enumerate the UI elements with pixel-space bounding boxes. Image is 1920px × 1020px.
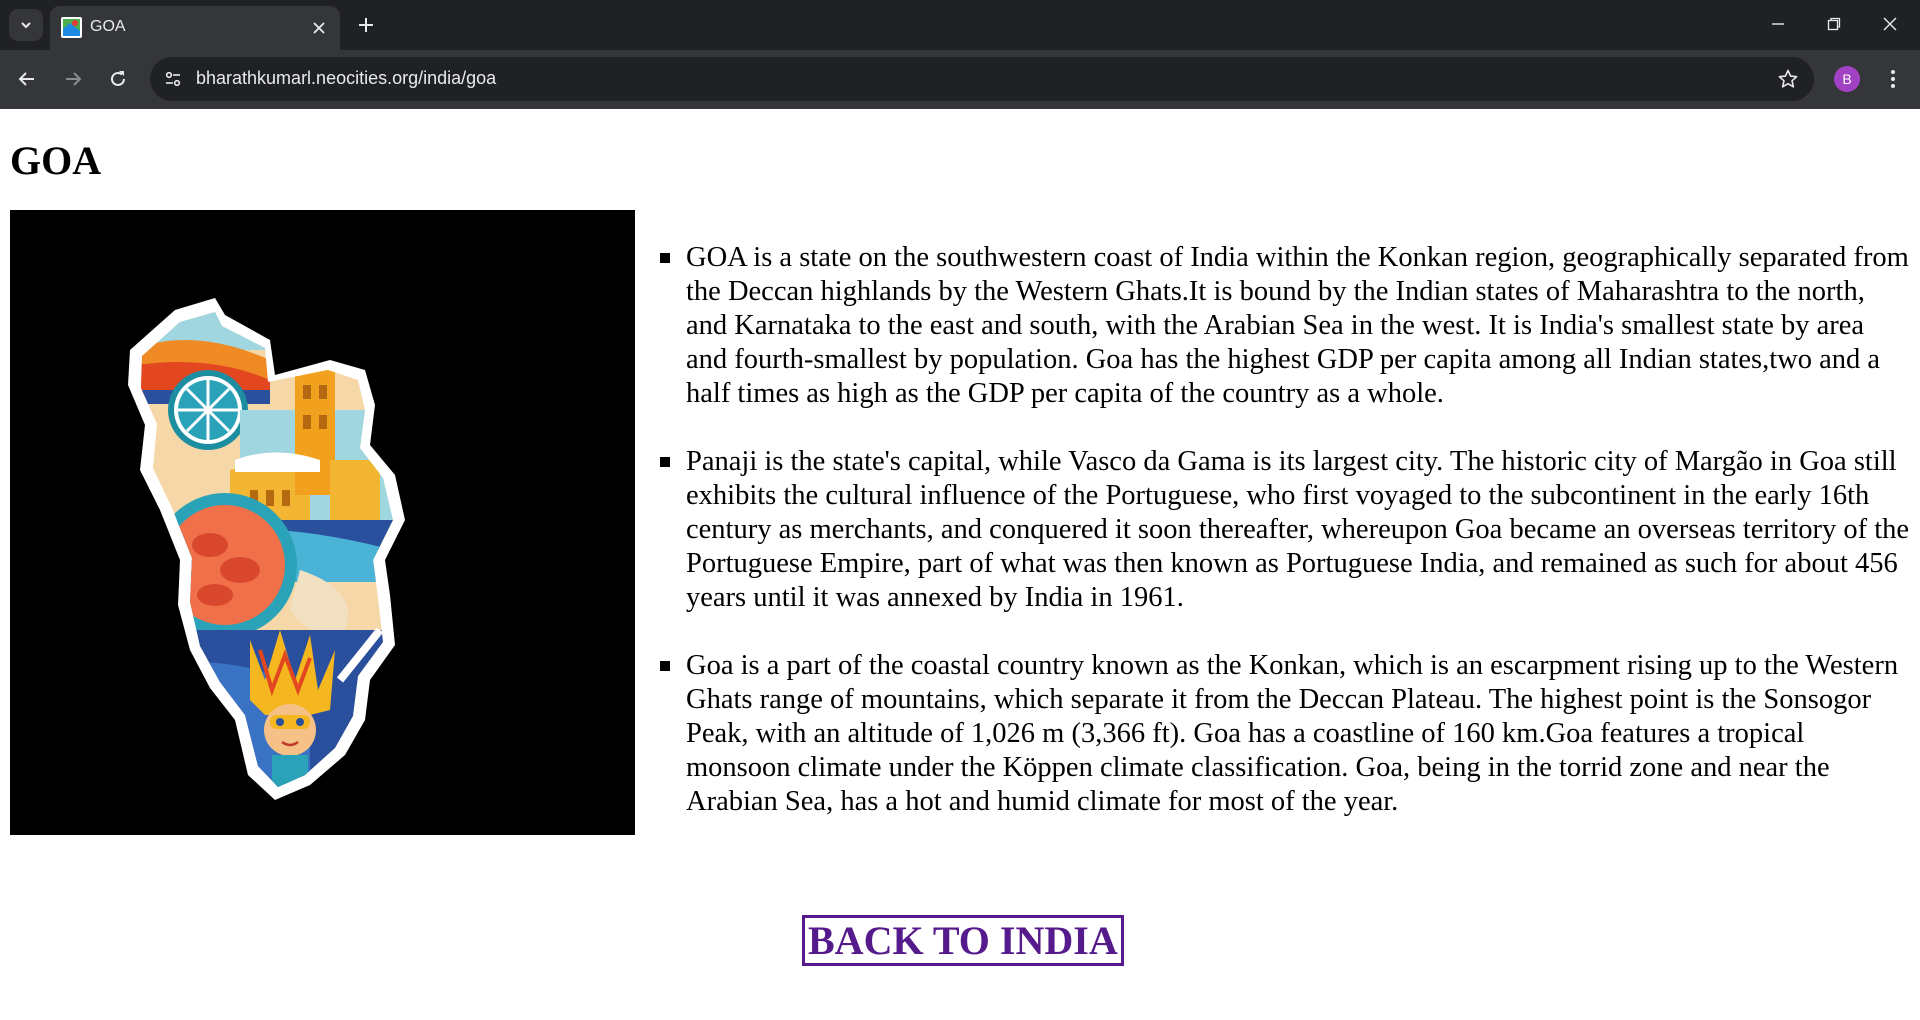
goa-map-illustration: [10, 210, 635, 835]
minimize-button[interactable]: [1758, 8, 1798, 40]
tab-search-button[interactable]: [9, 9, 43, 41]
tab-title: GOA: [90, 18, 126, 35]
arrow-right-icon: [66, 72, 82, 86]
profile-avatar[interactable]: B: [1834, 66, 1860, 92]
page-content: GOA GOA is a state on the southwestern c…: [0, 109, 1920, 1020]
map-favicon-icon: [61, 17, 82, 38]
chevron-down-icon: [21, 22, 31, 29]
restore-button[interactable]: [1814, 8, 1854, 40]
back-button[interactable]: [10, 62, 44, 96]
site-info-button[interactable]: [160, 66, 186, 92]
browser-menu-button[interactable]: [1880, 66, 1906, 92]
list-item: GOA is a state on the southwestern coast…: [660, 241, 1910, 411]
facts-list: GOA is a state on the southwestern coast…: [660, 241, 1910, 853]
close-icon: [1883, 17, 1897, 31]
url-text[interactable]: bharathkumarl.neocities.org/india/goa: [196, 68, 496, 89]
close-window-button[interactable]: [1870, 8, 1910, 40]
new-tab-button[interactable]: [352, 11, 380, 39]
plus-icon: [359, 18, 373, 32]
bookmark-button[interactable]: [1776, 67, 1800, 91]
browser-chrome: GOA bharathkumarl.neocities.org/india/go…: [0, 0, 1920, 109]
tab-close-button[interactable]: [308, 17, 330, 39]
list-item: Panaji is the state's capital, while Vas…: [660, 445, 1910, 615]
tune-icon: [165, 71, 181, 87]
star-icon: [1778, 69, 1798, 88]
page-title: GOA: [10, 138, 102, 183]
reload-button[interactable]: [101, 62, 135, 96]
close-icon: [313, 22, 325, 34]
list-item: Goa is a part of the coastal country kno…: [660, 649, 1910, 819]
arrow-left-icon: [18, 72, 34, 86]
browser-toolbar: bharathkumarl.neocities.org/india/goa B: [0, 50, 1920, 109]
restore-icon: [1827, 17, 1841, 31]
goa-map-icon: [10, 210, 635, 835]
address-bar[interactable]: bharathkumarl.neocities.org/india/goa: [150, 57, 1814, 101]
tab-strip: GOA: [0, 0, 1920, 50]
back-to-india-link[interactable]: BACK TO INDIA: [802, 915, 1124, 966]
more-vert-icon: [1891, 70, 1895, 88]
forward-button[interactable]: [56, 62, 90, 96]
active-tab[interactable]: GOA: [50, 6, 340, 50]
minimize-icon: [1772, 23, 1784, 25]
reload-icon: [111, 71, 125, 86]
